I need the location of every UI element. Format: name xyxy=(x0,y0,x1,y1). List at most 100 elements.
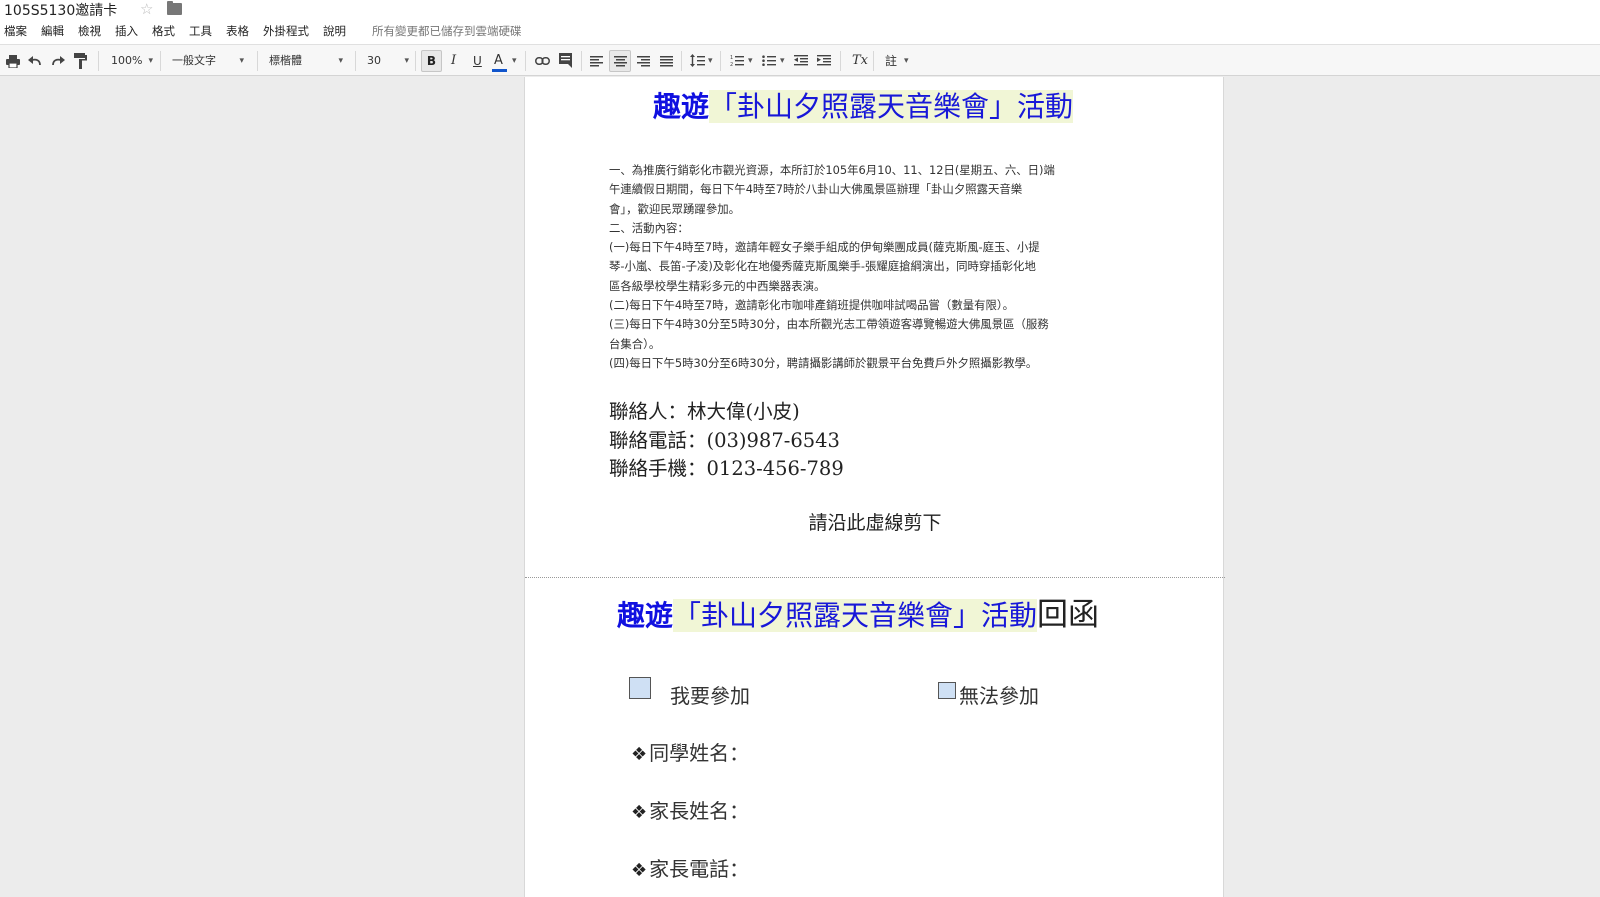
toolbar-separator xyxy=(873,51,874,71)
parent-name-field[interactable]: ❖ 家長姓名： xyxy=(631,795,749,824)
text-color-button[interactable]: A xyxy=(492,51,507,72)
undo-icon[interactable] xyxy=(28,56,42,66)
reply-title: 趣遊「卦山夕照露天音樂會」活動回函 xyxy=(617,589,1099,634)
invitation-title: 趣遊「卦山夕照露天音樂會」活動 xyxy=(653,85,1074,125)
parent-phone-field[interactable]: ❖ 家長電話： xyxy=(631,853,749,882)
decline-checkbox[interactable] xyxy=(938,682,956,699)
decrease-indent-icon[interactable] xyxy=(794,55,808,66)
align-center-icon xyxy=(614,56,627,67)
body-line: 區各級學校學生精彩多元的中西樂器表演。 xyxy=(609,278,826,293)
body-line: (四)每日下午5時30分至6時30分，聘請攝影講師於觀景平台免費戶外夕照攝影教學… xyxy=(609,355,1038,370)
bold-button[interactable]: B xyxy=(421,50,442,72)
redo-icon[interactable] xyxy=(51,56,65,66)
toolbar-separator xyxy=(355,51,356,71)
menu-tools[interactable]: 工具 xyxy=(189,23,212,39)
diamond-bullet-icon: ❖ xyxy=(631,802,648,823)
chevron-down-icon[interactable]: ▾ xyxy=(748,51,753,71)
body-line: 會」，歡迎民眾踴躍參加。 xyxy=(609,201,740,216)
numbered-list-icon[interactable]: 1 2 xyxy=(730,54,744,67)
chevron-down-icon[interactable]: ▾ xyxy=(780,51,785,71)
align-center-button[interactable] xyxy=(609,50,631,72)
toolbar-separator xyxy=(581,51,582,71)
text-color-swatch xyxy=(492,69,507,72)
student-name-label: 同學姓名： xyxy=(649,741,750,765)
font-size-select[interactable]: 30 ▾ xyxy=(367,51,409,71)
toolbar-separator xyxy=(257,51,258,71)
menu-insert[interactable]: 插入 xyxy=(115,23,138,39)
print-icon[interactable] xyxy=(6,55,20,68)
document-page[interactable]: 趣遊「卦山夕照露天音樂會」活動 一、為推廣行銷彰化市觀光資源，本所訂於105年6… xyxy=(524,77,1225,897)
increase-indent-icon[interactable] xyxy=(817,55,831,66)
chevron-down-icon[interactable]: ▾ xyxy=(708,51,713,71)
invitation-body: 一、為推廣行銷彰化市觀光資源，本所訂於105年6月10、11、12日(星期五、六… xyxy=(609,161,1149,373)
body-line: 琴-小嵐、長笛-子凌)及彰化在地優秀薩克斯風樂手-張耀庭搶綱演出，同時穿插彰化地 xyxy=(609,259,1036,274)
contact-phone: 聯絡電話：(03)987-6543 xyxy=(609,428,840,452)
student-name-field[interactable]: ❖ 同學姓名： xyxy=(631,737,749,766)
menu-edit[interactable]: 編輯 xyxy=(41,23,64,39)
link-icon[interactable] xyxy=(535,57,550,65)
suggesting-mode-button[interactable]: 註 xyxy=(885,51,897,71)
toolbar-separator xyxy=(415,51,416,71)
reply-title-prefix: 趣遊 xyxy=(617,599,674,632)
chevron-down-icon: ▾ xyxy=(338,56,343,66)
diamond-bullet-icon: ❖ xyxy=(631,744,648,765)
toolbar: 100% ▾ 一般文字 ▾ 標楷體 ▾ 30 ▾ B I U A ▾ ▾ 1 2… xyxy=(0,44,1600,76)
style-value: 一般文字 xyxy=(172,54,216,67)
folder-icon[interactable] xyxy=(167,1,182,15)
font-value: 標楷體 xyxy=(269,54,302,67)
menu-format[interactable]: 格式 xyxy=(152,23,175,39)
font-size-value: 30 xyxy=(367,54,381,67)
menu-table[interactable]: 表格 xyxy=(226,23,249,39)
zoom-value: 100% xyxy=(111,54,143,67)
font-select[interactable]: 標楷體 ▾ xyxy=(269,51,343,71)
menu-bar: 檔案 編輯 檢視 插入 格式 工具 表格 外掛程式 說明 xyxy=(4,23,360,39)
parent-name-label: 家長姓名： xyxy=(649,799,750,823)
menu-file[interactable]: 檔案 xyxy=(4,23,27,39)
svg-text:1: 1 xyxy=(730,55,733,61)
save-status[interactable]: 所有變更都已儲存到雲端硬碟 xyxy=(372,23,522,39)
star-icon[interactable]: ☆ xyxy=(140,0,153,18)
body-line: 午連續假日期間，每日下午4時至7時於八卦山大佛風景區辦理「卦山夕照露天音樂 xyxy=(609,182,1023,197)
chevron-down-icon: ▾ xyxy=(239,56,244,66)
body-line: 二、活動內容： xyxy=(609,220,689,235)
body-line: (一)每日下午4時至7時，邀請年輕女子樂手組成的伊甸樂團成員(薩克斯風-庭玉、小… xyxy=(609,240,1040,255)
chevron-down-icon: ▾ xyxy=(148,56,153,66)
chevron-down-icon: ▾ xyxy=(404,56,409,66)
paint-format-icon[interactable] xyxy=(74,53,87,69)
underline-button[interactable]: U xyxy=(473,51,482,71)
clear-formatting-button[interactable]: Tx xyxy=(852,51,868,71)
align-left-icon[interactable] xyxy=(590,56,603,67)
toolbar-separator xyxy=(720,51,721,71)
comment-icon[interactable] xyxy=(559,53,572,68)
contact-person: 聯絡人：林大偉(小皮) xyxy=(609,400,800,423)
align-right-icon[interactable] xyxy=(637,56,650,67)
parent-phone-label: 家長電話： xyxy=(649,857,750,881)
line-spacing-icon[interactable] xyxy=(690,54,705,67)
toolbar-separator xyxy=(681,51,682,71)
menu-view[interactable]: 檢視 xyxy=(78,23,101,39)
reply-title-suffix: 回函 xyxy=(1037,597,1100,633)
title-bar: 105S5130邀請卡 ☆ 檔案 編輯 檢視 插入 格式 工具 表格 外掛程式 … xyxy=(0,0,1600,44)
body-line: 一、為推廣行銷彰化市觀光資源，本所訂於105年6月10、11、12日(星期五、六… xyxy=(609,163,1055,177)
contact-mobile: 聯絡手機：0123-456-789 xyxy=(609,457,844,480)
menu-help[interactable]: 說明 xyxy=(323,23,346,39)
bulleted-list-icon[interactable] xyxy=(762,54,776,67)
align-justify-icon[interactable] xyxy=(660,56,673,67)
text-color-label: A xyxy=(494,53,503,68)
chevron-down-icon[interactable]: ▾ xyxy=(904,51,909,71)
zoom-select[interactable]: 100% ▾ xyxy=(111,51,153,71)
invitation-title-prefix: 趣遊 xyxy=(653,90,710,123)
body-line: 台集合）。 xyxy=(609,336,661,351)
italic-button[interactable]: I xyxy=(451,51,456,71)
style-select[interactable]: 一般文字 ▾ xyxy=(172,51,244,71)
body-line: (二)每日下午4時至7時，邀請彰化市咖啡產銷班提供咖啡試喝品嘗（數量有限）。 xyxy=(609,298,1014,313)
body-line: (三)每日下午4時30分至5時30分，由本所觀光志工帶領遊客導覽暢遊大佛風景區（… xyxy=(609,317,1049,332)
reply-title-highlight: 「卦山夕照露天音樂會」活動 xyxy=(673,599,1038,632)
document-title[interactable]: 105S5130邀請卡 xyxy=(4,0,117,20)
chevron-down-icon[interactable]: ▾ xyxy=(512,51,517,71)
attend-checkbox[interactable] xyxy=(629,677,651,699)
menu-addons[interactable]: 外掛程式 xyxy=(263,23,309,39)
attend-label: 我要參加 xyxy=(670,684,750,708)
page-break-divider xyxy=(525,577,1225,578)
cut-line-note: 請沿此虛線剪下 xyxy=(808,512,942,534)
